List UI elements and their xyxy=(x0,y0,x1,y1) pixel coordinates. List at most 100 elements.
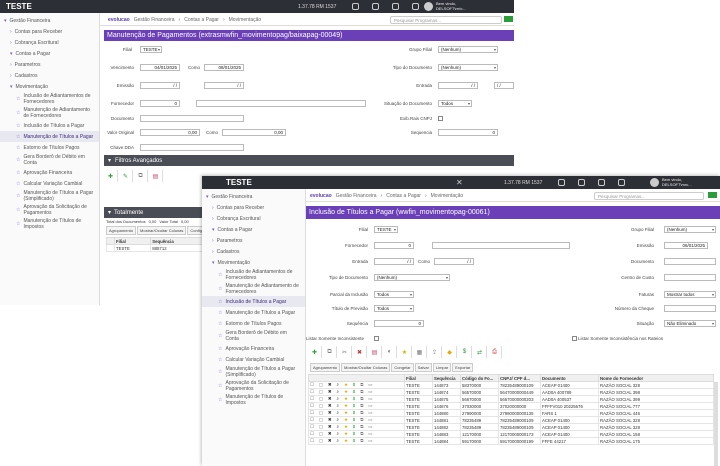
tab-salvar[interactable]: Salvar xyxy=(414,363,432,372)
notifications-icon[interactable] xyxy=(598,179,605,186)
search-icon[interactable]: ⌕ xyxy=(337,418,339,423)
numero-cheque-input[interactable] xyxy=(664,305,716,312)
sidebar-item[interactable]: ☆ Estorno de Títulos Pagos xyxy=(202,318,305,329)
delete-icon[interactable]: ✖ xyxy=(328,404,332,409)
sidebar-item[interactable]: › Parametros xyxy=(202,235,305,246)
filtros-avancados-bar[interactable]: ▾ Filtros Avançados xyxy=(104,155,514,166)
table-row[interactable]: ☐ ▢ ✖ ⌕ ★ $ ⧉ ▭ TESTE 144874 56570000 5647000000044… xyxy=(308,388,714,396)
star-icon[interactable]: ★ xyxy=(344,397,348,402)
folder-icon[interactable]: ▭ xyxy=(368,432,372,437)
copy-icon[interactable]: ⧉ xyxy=(323,346,337,358)
sidebar-item[interactable]: ☆ Gera Borderô de Débito em Conta xyxy=(202,329,305,343)
col-nome-fornecedor[interactable]: Nome do Fornecedor xyxy=(598,374,714,382)
sidebar-item[interactable]: ▾ Contas a Pagar xyxy=(202,224,305,235)
grid-scrollbar[interactable] xyxy=(714,382,718,466)
avatar[interactable] xyxy=(424,2,433,11)
view-icon[interactable]: ▢ xyxy=(319,397,323,402)
attach-icon[interactable]: ⧉ xyxy=(360,425,363,430)
attach-icon[interactable]: ⧉ xyxy=(134,170,148,182)
settings-icon[interactable] xyxy=(558,179,565,186)
sidebar-item[interactable]: ☆ Aprovação da Solicitação de Pagamentos xyxy=(202,379,305,393)
refresh-icon[interactable] xyxy=(372,3,379,10)
sequencia-input[interactable]: 0 xyxy=(438,129,498,136)
titulo-previsao-select[interactable]: Todos xyxy=(374,305,414,312)
delete-icon[interactable]: ✖ xyxy=(328,418,332,423)
situacao-select[interactable]: Não Eliminado xyxy=(664,320,716,327)
star-icon[interactable]: ★ xyxy=(344,418,348,423)
view-icon[interactable]: ▢ xyxy=(319,383,323,388)
tab-exportar[interactable]: Exportar xyxy=(452,363,474,372)
col-sequencia[interactable]: Sequência xyxy=(432,374,461,382)
search-icon[interactable]: ⌕ xyxy=(337,383,339,388)
star-icon[interactable]: ★ xyxy=(344,411,348,416)
situacao-select[interactable]: Todos xyxy=(438,100,472,107)
view-icon[interactable]: ▢ xyxy=(319,418,323,423)
table-row[interactable]: ☐ ▢ ✖ ⌕ ★ $ ⧉ ▭ TESTE 144880 27990000 2799000000013… xyxy=(308,409,714,417)
chave-dda-input[interactable] xyxy=(140,144,244,151)
sidebar-item[interactable]: ▾ Gestão Financeira xyxy=(202,191,305,202)
tipo-documento-select[interactable]: (Nenhum) xyxy=(438,64,498,71)
search-icon[interactable]: ⌕ xyxy=(337,390,339,395)
transfer-icon[interactable]: ⇄ xyxy=(473,346,487,358)
money-icon[interactable]: $ xyxy=(353,390,355,395)
money-icon[interactable]: $ xyxy=(458,346,472,358)
col-sequencia[interactable]: Sequência xyxy=(150,237,204,245)
money-icon[interactable]: $ xyxy=(353,418,355,423)
sidebar-item[interactable]: ☆ Manutenção de Títulos a Pagar (Simplifi… xyxy=(202,365,305,379)
sequencia-input[interactable]: 0 xyxy=(374,320,424,327)
exibe-cnpj-checkbox[interactable] xyxy=(438,116,443,121)
tab-agrupamento[interactable]: Agrupamento xyxy=(106,226,137,235)
money-icon[interactable]: $ xyxy=(353,397,355,402)
report-icon[interactable]: ▤ xyxy=(149,170,163,182)
help-icon[interactable] xyxy=(618,179,625,186)
checkbox-icon[interactable]: ☐ xyxy=(310,397,314,402)
sidebar-item[interactable]: ☆ Manutenção de Adiantamento de Fornecedo… xyxy=(202,282,305,296)
sidebar-item[interactable]: ☆ Manutenção de Títulos de Impostos xyxy=(0,217,99,231)
sidebar-item[interactable]: ☆ Manutenção de Títulos a Pagar (Simplifi… xyxy=(0,189,99,203)
star-icon[interactable]: ★ xyxy=(344,404,348,409)
table-row[interactable]: ☐ ▢ ✖ ⌕ ★ $ ⧉ ▭ TESTE 144873 58370000 7823548900010… xyxy=(308,381,714,389)
attach-icon[interactable]: ⧉ xyxy=(360,439,363,444)
sidebar-item[interactable]: ▾ Movimentação xyxy=(202,257,305,268)
listar-inconsistencia-rateios-checkbox[interactable] xyxy=(572,336,577,341)
col-codigo-fornecedor[interactable]: Código do Fo... xyxy=(460,374,499,382)
help-icon[interactable] xyxy=(412,3,419,10)
attach-icon[interactable]: ⧉ xyxy=(360,383,363,388)
sidebar-item[interactable]: ☆ Inclusão de Adiantamentos de Fornecedor… xyxy=(202,268,305,282)
tab-limpar[interactable]: Limpar xyxy=(432,363,452,372)
entrada-to-input[interactable]: / / xyxy=(434,258,474,265)
search-icon[interactable]: ⌕ xyxy=(337,432,339,437)
sidebar-item[interactable]: ☆ Inclusão de Títulos a Pagar xyxy=(202,296,305,307)
sidebar-item[interactable]: › Cobrança Escritural xyxy=(0,37,99,48)
vencimento-to-input[interactable]: 08/01/2025 xyxy=(204,64,244,71)
money-icon[interactable]: $ xyxy=(353,432,355,437)
checkbox-icon[interactable]: ☐ xyxy=(310,432,314,437)
sidebar-item[interactable]: ☆ Manutenção de Títulos a Pagar xyxy=(0,131,99,142)
add-icon[interactable]: ✚ xyxy=(104,170,118,182)
sidebar-item[interactable]: ☆ Aprovação da Solicitação de Pagamentos xyxy=(0,203,99,217)
sidebar-item[interactable]: › Cadastros xyxy=(0,70,99,81)
table-row[interactable]: ☐ ▢ ✖ ⌕ ★ $ ⧉ ▭ TESTE 144882 78235489 7823548900010… xyxy=(308,423,714,431)
refresh-icon[interactable] xyxy=(578,179,585,186)
folder-icon[interactable]: ▭ xyxy=(368,404,372,409)
centro-custo-input[interactable] xyxy=(664,274,716,281)
tab-congelar[interactable]: Congelar xyxy=(391,363,414,372)
grupo-filial-select[interactable]: (Nenhum) xyxy=(664,226,716,233)
sidebar-item[interactable]: ☆ Inclusão de Adiantamentos de Fornecedor… xyxy=(0,92,99,106)
tab-mostrar-colunas[interactable]: Mostrar/Ocultar Colunas xyxy=(137,226,187,235)
sidebar-item[interactable]: ☆ Calcular Variação Cambial xyxy=(0,178,99,189)
delete-icon[interactable]: ✖ xyxy=(328,411,332,416)
star-icon[interactable]: ★ xyxy=(344,425,348,430)
language-flag-icon[interactable] xyxy=(708,192,717,198)
folder-icon[interactable]: ▭ xyxy=(368,425,372,430)
attach-icon[interactable]: ⧉ xyxy=(360,432,363,437)
table-row[interactable]: ☐ ▢ ✖ ⌕ ★ $ ⧉ ▭ TESTE 144876 37030000 37020000000 FF… xyxy=(308,402,714,410)
tab-mostrar-colunas[interactable]: Mostrar/Ocultar Colunas xyxy=(341,363,391,372)
language-flag-icon[interactable] xyxy=(504,16,513,22)
search-icon[interactable]: ⌕ xyxy=(337,397,339,402)
table-row[interactable]: ☐ ▢ ✖ ⌕ ★ $ ⧉ ▭ TESTE 144883 12170000 1217000000017… xyxy=(308,430,714,438)
money-icon[interactable]: $ xyxy=(353,411,355,416)
col-filial[interactable]: Filial xyxy=(404,374,433,382)
folder-icon[interactable]: ▭ xyxy=(368,390,372,395)
sidebar-item[interactable]: › Contas para Receber xyxy=(0,26,99,37)
